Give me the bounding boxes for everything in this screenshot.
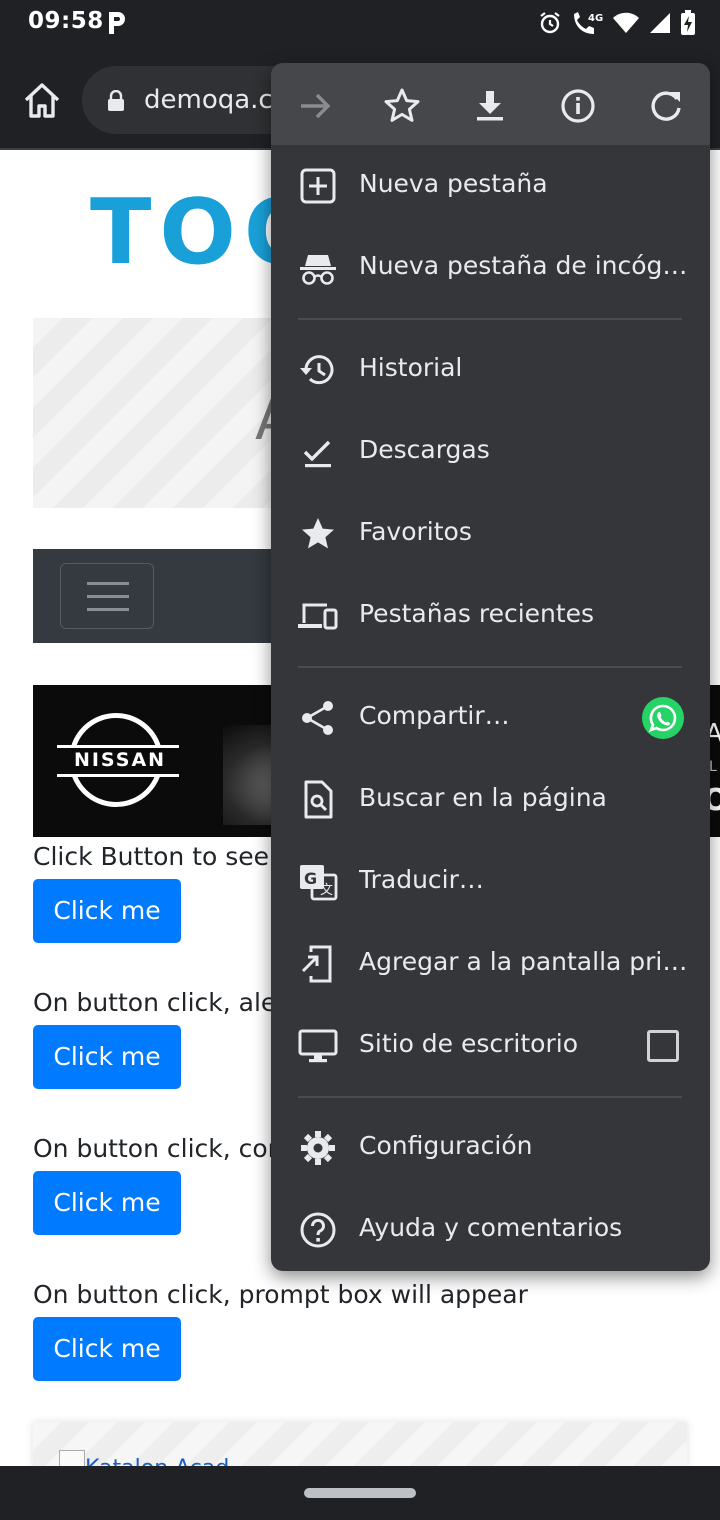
bookmarks-icon — [302, 518, 334, 549]
wifi-calling-icon: 4G — [574, 12, 603, 34]
menu-item-label: Agregar a la pantalla principal — [359, 947, 689, 976]
cell-signal-icon — [650, 13, 670, 33]
system-icons: 4G — [538, 8, 696, 38]
battery-charging-icon — [681, 10, 695, 35]
menu-item-label: Compartir… — [359, 701, 510, 730]
menu-item-add-to-home[interactable]: Agregar a la pantalla principal — [271, 923, 710, 1005]
lock-icon — [108, 90, 124, 111]
help-icon — [300, 1212, 336, 1248]
downloads-icon — [303, 440, 331, 468]
menu-item-help[interactable]: Ayuda y comentarios — [271, 1189, 710, 1271]
menu-item-label: Ayuda y comentarios — [359, 1213, 623, 1242]
download-icon[interactable] — [466, 82, 514, 130]
menu-item-settings[interactable]: Configuración — [271, 1107, 710, 1189]
desktop-site-icon — [298, 1029, 338, 1063]
incognito-icon — [300, 255, 336, 285]
desktop-site-checkbox[interactable] — [647, 1030, 679, 1062]
reload-icon[interactable] — [642, 82, 690, 130]
alert-description-1: Click Button to see a — [33, 842, 293, 871]
prompt-button[interactable]: Click me — [33, 1317, 181, 1381]
menu-item-find-in-page[interactable]: Buscar en la página — [271, 759, 710, 841]
prompt-description: On button click, prompt box will appear — [33, 1280, 528, 1309]
share-icon — [302, 701, 333, 735]
new-tab-icon — [300, 168, 336, 204]
alarm-icon — [540, 12, 560, 34]
timer-alert-button[interactable]: Click me — [33, 1025, 181, 1089]
menu-item-label: Nueva pestaña de incógnito — [359, 251, 689, 280]
alert-description-2: On button click, aler — [33, 988, 287, 1017]
menu-divider — [298, 666, 682, 668]
bookmark-star-icon[interactable] — [378, 82, 426, 130]
gesture-nav-bar — [0, 1466, 720, 1520]
find-in-page-icon — [304, 780, 333, 819]
menu-item-desktop-site[interactable]: Sitio de escritorio — [271, 1005, 710, 1087]
status-bar: 09:58 4G — [0, 0, 720, 48]
nissan-logo-text: NISSAN — [73, 749, 167, 771]
parking-app-icon — [109, 12, 125, 34]
menu-divider — [298, 1096, 682, 1098]
menu-item-incognito[interactable]: Nueva pestaña de incógnito — [271, 227, 710, 309]
broken-image-icon — [59, 1450, 85, 1466]
menu-item-label: Traducir… — [359, 865, 484, 894]
menu-item-label: Configuración — [359, 1131, 533, 1160]
menu-item-label: Buscar en la página — [359, 783, 607, 812]
menu-item-label: Pestañas recientes — [359, 599, 595, 628]
hamburger-menu-button[interactable] — [60, 563, 154, 629]
menu-item-label: Favoritos — [359, 517, 472, 546]
forward-icon[interactable] — [291, 82, 339, 130]
alert-button[interactable]: Click me — [33, 879, 181, 943]
svg-text:文: 文 — [320, 883, 333, 898]
menu-item-new-tab[interactable]: Nueva pestaña — [271, 145, 710, 227]
status-time: 09:58 — [28, 8, 104, 34]
recent-tabs-icon — [298, 603, 338, 630]
whatsapp-icon[interactable] — [641, 696, 685, 740]
info-icon[interactable] — [554, 82, 602, 130]
overflow-menu: Nueva pestaña Nueva pestaña de incógnito… — [271, 63, 710, 1271]
menu-item-downloads[interactable]: Descargas — [271, 411, 710, 493]
home-icon[interactable] — [20, 78, 64, 122]
menu-item-label: Nueva pestaña — [359, 169, 548, 198]
menu-item-label: Historial — [359, 353, 463, 382]
add-to-home-icon — [301, 945, 332, 983]
home-gesture-handle[interactable] — [304, 1488, 416, 1498]
confirm-description: On button click, con — [33, 1134, 284, 1163]
translate-icon: G 文 — [300, 865, 338, 901]
settings-icon — [301, 1131, 335, 1165]
history-icon — [300, 355, 334, 385]
menu-item-label: Descargas — [359, 435, 490, 464]
menu-item-bookmarks[interactable]: Favoritos — [271, 493, 710, 575]
menu-item-share[interactable]: Compartir… — [271, 677, 710, 759]
menu-item-recent-tabs[interactable]: Pestañas recientes — [271, 575, 710, 657]
wifi-icon — [613, 12, 639, 33]
menu-action-row — [271, 63, 710, 145]
menu-item-history[interactable]: Historial — [271, 329, 710, 411]
footer-banner: Katalon Acad — [33, 1422, 687, 1466]
svg-text:G: G — [304, 869, 317, 888]
footer-link[interactable]: Katalon Acad — [85, 1456, 229, 1466]
confirm-button[interactable]: Click me — [33, 1171, 181, 1235]
network-type-label: 4G — [588, 13, 603, 24]
menu-item-label: Sitio de escritorio — [359, 1029, 578, 1058]
menu-item-translate[interactable]: G 文 Traducir… — [271, 841, 710, 923]
menu-divider — [298, 318, 682, 320]
